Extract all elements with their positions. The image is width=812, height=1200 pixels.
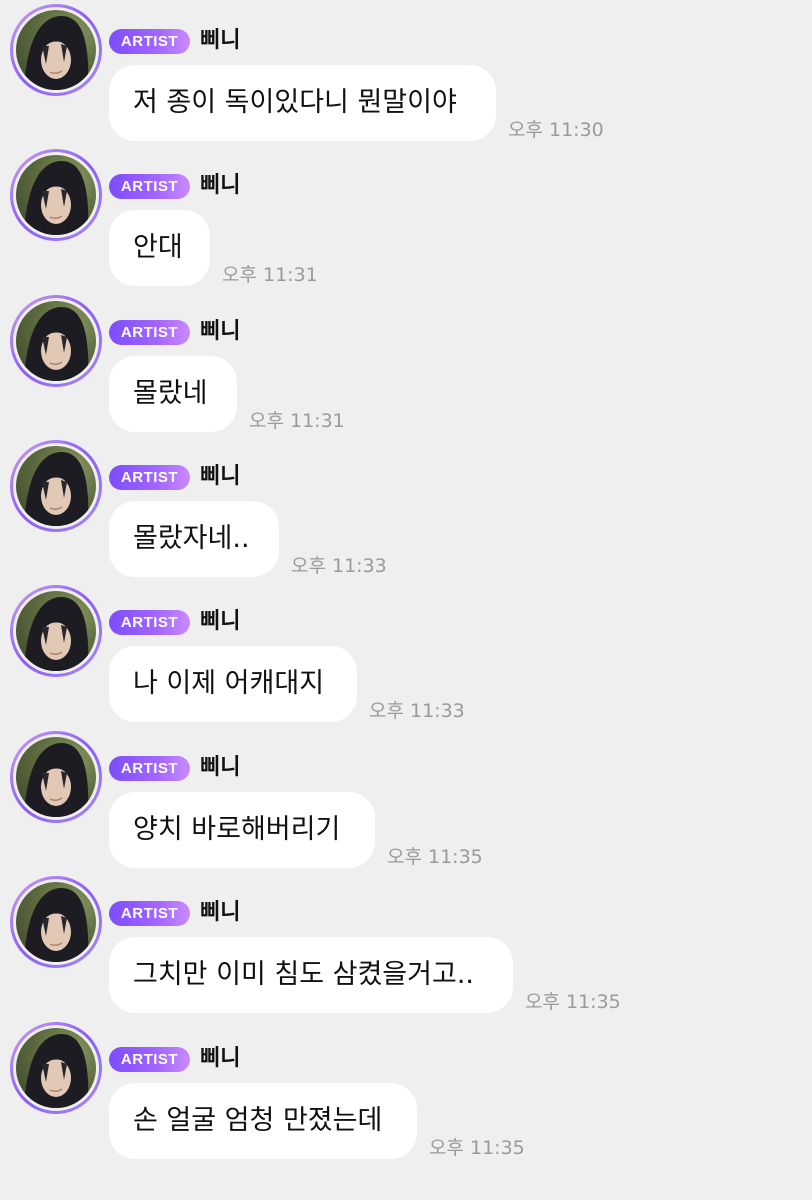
artist-badge: ARTIST: [109, 465, 190, 490]
sender-name[interactable]: 삐니: [200, 608, 240, 636]
sender-name[interactable]: 삐니: [200, 27, 240, 55]
avatar-ring: [13, 152, 99, 238]
avatar[interactable]: [10, 731, 102, 823]
avatar-ring: [13, 1025, 99, 1111]
message-row: ARTIST 삐니양치 바로해버리기오후 11:35: [0, 727, 812, 868]
avatar[interactable]: [10, 4, 102, 96]
avatar[interactable]: [10, 585, 102, 677]
avatar-ring: [13, 7, 99, 93]
sender-name[interactable]: 삐니: [200, 318, 240, 346]
message-bubble[interactable]: 손 얼굴 엄청 만졌는데: [109, 1083, 417, 1159]
avatar[interactable]: [10, 876, 102, 968]
avatar[interactable]: [10, 440, 102, 532]
message-time: 오후 11:35: [387, 846, 483, 868]
avatar[interactable]: [10, 149, 102, 241]
message-row: ARTIST 삐니저 종이 독이있다니 뭔말이야오후 11:30: [0, 0, 812, 141]
message-bubble[interactable]: 몰랐네: [109, 356, 237, 432]
avatar-ring: [13, 443, 99, 529]
avatar-ring: [13, 298, 99, 384]
profile-photo-icon: [16, 155, 96, 235]
avatar[interactable]: [10, 295, 102, 387]
message-bubble[interactable]: 나 이제 어캐대지: [109, 646, 357, 722]
message-time: 오후 11:35: [525, 991, 621, 1013]
avatar-ring: [13, 734, 99, 820]
message-time: 오후 11:33: [291, 555, 387, 577]
message-row: ARTIST 삐니몰랐자네.. 오후 11:33: [0, 436, 812, 577]
profile-photo-icon: [16, 301, 96, 381]
artist-badge: ARTIST: [109, 756, 190, 781]
message-bubble[interactable]: 몰랐자네..: [109, 501, 279, 577]
artist-badge: ARTIST: [109, 29, 190, 54]
sender-name[interactable]: 삐니: [200, 172, 240, 200]
artist-badge: ARTIST: [109, 901, 190, 926]
sender-name[interactable]: 삐니: [200, 463, 240, 491]
message-time: 오후 11:35: [429, 1137, 525, 1159]
message-row: ARTIST 삐니나 이제 어캐대지오후 11:33: [0, 581, 812, 722]
profile-photo-icon: [16, 591, 96, 671]
profile-photo-icon: [16, 10, 96, 90]
artist-badge: ARTIST: [109, 174, 190, 199]
sender-name[interactable]: 삐니: [200, 899, 240, 927]
message-bubble[interactable]: 안대: [109, 210, 210, 286]
message-bubble[interactable]: 저 종이 독이있다니 뭔말이야: [109, 65, 496, 141]
message-time: 오후 11:31: [222, 264, 318, 286]
avatar[interactable]: [10, 1022, 102, 1114]
message-time: 오후 11:31: [249, 410, 345, 432]
sender-name[interactable]: 삐니: [200, 1045, 240, 1073]
profile-photo-icon: [16, 1028, 96, 1108]
message-bubble[interactable]: 그치만 이미 침도 삼켰을거고..: [109, 937, 513, 1013]
profile-photo-icon: [16, 737, 96, 817]
message-row: ARTIST 삐니손 얼굴 엄청 만졌는데오후 11:35: [0, 1018, 812, 1159]
message-row: ARTIST 삐니그치만 이미 침도 삼켰을거고.. 오후 11:35: [0, 872, 812, 1013]
profile-photo-icon: [16, 446, 96, 526]
message-row: ARTIST 삐니몰랐네오후 11:31: [0, 291, 812, 432]
message-time: 오후 11:30: [508, 119, 604, 141]
avatar-ring: [13, 588, 99, 674]
sender-name[interactable]: 삐니: [200, 754, 240, 782]
artist-badge: ARTIST: [109, 320, 190, 345]
avatar-ring: [13, 879, 99, 965]
profile-photo-icon: [16, 882, 96, 962]
artist-badge: ARTIST: [109, 1047, 190, 1072]
message-bubble[interactable]: 양치 바로해버리기: [109, 792, 375, 868]
artist-badge: ARTIST: [109, 610, 190, 635]
message-time: 오후 11:33: [369, 700, 465, 722]
message-row: ARTIST 삐니안대오후 11:31: [0, 145, 812, 286]
